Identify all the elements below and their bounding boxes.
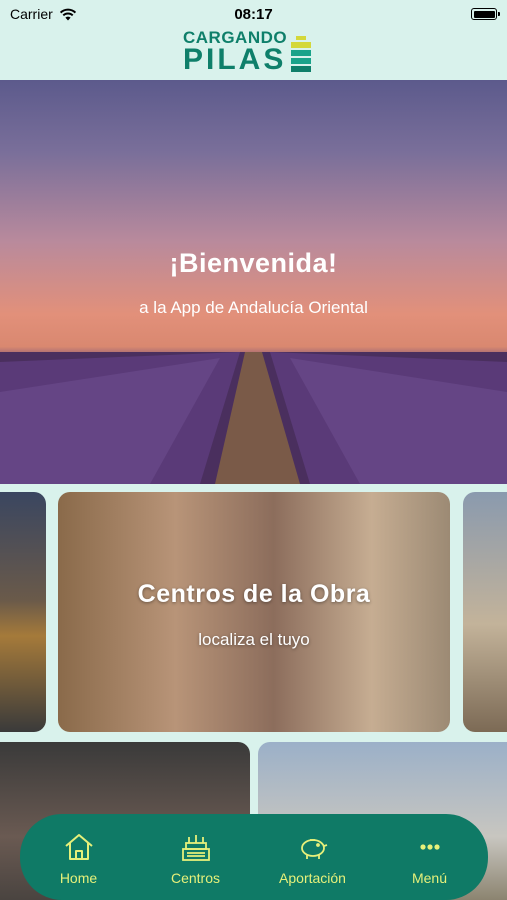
carousel-card-previous[interactable] — [0, 492, 46, 732]
more-dots-icon — [412, 830, 448, 864]
buildings-icon — [178, 830, 214, 864]
hero-subtitle: a la App de Andalucía Oriental — [139, 298, 368, 317]
status-left: Carrier — [10, 6, 77, 22]
logo-battery-icon — [291, 36, 312, 72]
lavender-field-image — [0, 352, 507, 484]
tab-aportacion-label: Aportación — [279, 870, 346, 886]
battery-icon — [471, 8, 500, 20]
home-icon — [61, 830, 97, 864]
wifi-icon — [59, 8, 76, 20]
tab-menu-label: Menú — [411, 870, 448, 886]
centros-carousel[interactable]: Centros de la Obra localiza el tuyo — [0, 492, 507, 732]
status-bar: Carrier 08:17 — [0, 0, 507, 28]
bottom-tab-bar: Home Centros Aportación Menú — [20, 814, 488, 900]
carousel-card-subtitle: localiza el tuyo — [198, 630, 310, 649]
tab-menu[interactable]: Menú — [375, 830, 485, 886]
carousel-card-next[interactable] — [463, 492, 507, 732]
status-time: 08:17 — [234, 5, 273, 23]
tab-aportacion[interactable]: Aportación — [258, 830, 368, 886]
piggy-bank-icon — [295, 830, 331, 864]
hero-title: ¡Bienvenida! — [169, 248, 338, 278]
logo-line-2: PILAS — [183, 43, 287, 76]
tab-centros[interactable]: Centros — [141, 830, 251, 886]
carousel-card-centros[interactable]: Centros de la Obra localiza el tuyo — [58, 492, 450, 732]
carousel-card-title: Centros de la Obra — [137, 580, 371, 608]
hero-banner[interactable]: ¡Bienvenida! a la App de Andalucía Orien… — [0, 80, 507, 484]
tab-home[interactable]: Home — [24, 830, 134, 886]
logo-text: CARGANDO PILAS — [183, 29, 287, 75]
tab-home-label: Home — [59, 870, 98, 886]
carrier-label: Carrier — [10, 6, 53, 22]
tab-centros-label: Centros — [170, 870, 221, 886]
app-logo: CARGANDO PILAS — [183, 26, 328, 78]
